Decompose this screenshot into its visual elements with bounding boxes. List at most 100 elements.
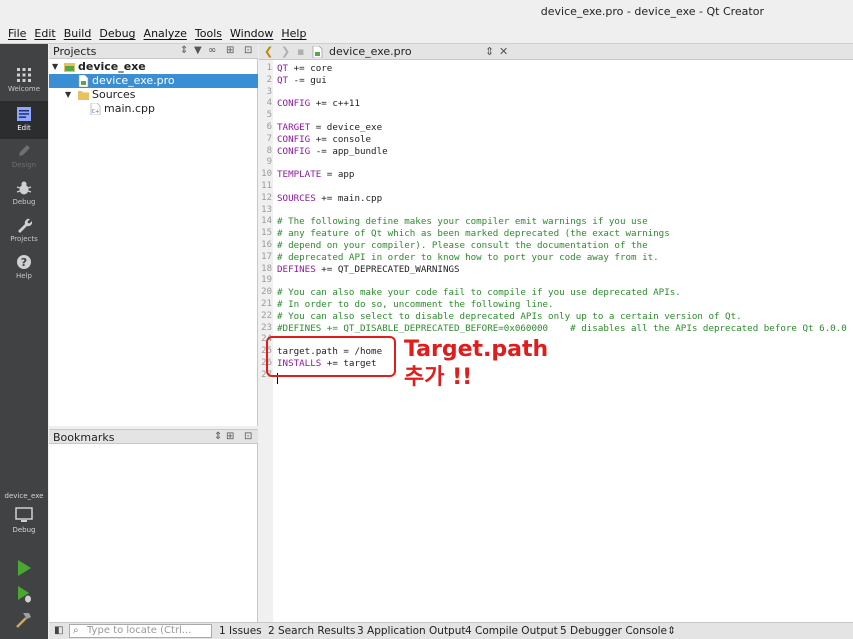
back-arrow-icon[interactable]: ❮ [264,45,273,58]
menu-window[interactable]: Window [226,27,277,40]
tree-item-label: main.cpp [104,102,155,115]
kit-selector[interactable]: device_exe Debug [0,492,48,534]
tree-item-device-exe-pro[interactable]: device_exe.pro [49,74,258,88]
hammer-icon[interactable] [14,610,34,630]
tab-compile-output[interactable]: 4 Compile Output [465,625,558,637]
menu-debug[interactable]: Debug [95,27,139,40]
open-file-name[interactable]: device_exe.pro [329,45,412,58]
menu-help[interactable]: Help [277,27,310,40]
code-line: # You can also select to disable depreca… [277,311,742,323]
filter-icon[interactable]: ▼ [194,45,202,56]
tab-debugger-console[interactable]: 5 Debugger Console [560,625,667,637]
code-text: += console [310,133,372,145]
mode-debug[interactable]: Debug [0,175,48,213]
expand-arrow-icon[interactable]: ▼ [65,88,71,102]
mode-label: Help [16,272,32,280]
window-title: device_exe.pro - device_exe - Qt Creator [540,5,764,18]
tree-item-label: device_exe [78,60,146,73]
mode-label: Debug [12,198,36,206]
code-text: += core [288,63,333,74]
code-line: #DEFINES += QT_DISABLE_DEPRECATED_BEFORE… [277,323,847,335]
run-icon[interactable] [14,558,34,578]
mode-label: Edit [17,124,31,132]
code-keyword: CONFIG [277,133,311,145]
code-text: -= app_bundle [310,145,388,157]
code-comment: #DEFINES += QT_DISABLE_DEPRECATED_BEFORE… [277,322,847,334]
grid-icon [17,68,31,82]
mode-help[interactable]: ? Help [0,249,48,287]
code-line: QT -= gui [277,75,327,87]
panel-selector-arrows-icon[interactable]: ⇕ [214,431,222,442]
code-comment: # depend on your compiler). Please consu… [277,240,648,251]
line-number: 10 [261,169,272,180]
tree-item-main-cpp[interactable]: C+ main.cpp [49,102,258,116]
tab-application-output[interactable]: 3 Application Output [357,625,466,637]
bookmarks-title: Bookmarks [53,431,115,444]
mode-projects[interactable]: Projects [0,212,48,250]
code-comment: # You can also select to disable depreca… [277,310,742,322]
line-number: 11 [261,181,272,191]
code-line: # any feature of Qt which as been marked… [277,228,670,240]
code-keyword: CONFIG [277,145,311,157]
tab-issues[interactable]: 1 Issues [219,625,262,637]
code-line: DEFINES += QT_DEPRECATED_WARNINGS [277,264,460,276]
title-bar: device_exe.pro - device_exe - Qt Creator [0,0,853,24]
tab-search-results[interactable]: 2 Search Results [268,625,355,637]
line-number: 18 [261,263,272,274]
code-line: # You can also make your code fail to co… [277,287,681,299]
menu-edit[interactable]: Edit [30,27,59,40]
mode-edit[interactable]: Edit [0,101,48,139]
close-panel-icon[interactable]: ⊡ [244,45,252,56]
line-number: 3 [266,86,272,97]
mode-welcome[interactable]: Welcome [0,62,48,100]
line-number: 9 [266,157,272,168]
tree-item-sources[interactable]: ▼ Sources [49,88,258,102]
panel-selector-arrows-icon[interactable]: ⇕ [180,45,188,56]
expand-arrow-icon[interactable]: ▼ [52,60,58,74]
menu-analyze[interactable]: Analyze [140,27,191,40]
mode-design[interactable]: Design [0,138,48,176]
code-text: += main.cpp [315,192,383,204]
code-line: CONFIG += console [277,134,371,146]
project-folder-icon [64,63,75,72]
bookmarks-list [49,444,258,622]
code-text: = device_exe [310,122,383,133]
menu-file[interactable]: File [4,27,30,40]
code-comment: # In order to do so, uncomment the follo… [277,299,554,310]
code-line: SOURCES += main.cpp [277,193,382,205]
toggle-sidebar-icon[interactable]: ◧ [54,625,63,636]
project-tree: ▼ device_exe device_exe.pro ▼ Sources C+… [49,59,258,426]
menu-tools[interactable]: Tools [191,27,226,40]
tree-item-label: device_exe.pro [92,74,175,87]
line-number: 13 [261,204,272,215]
line-number: 22 [261,310,272,321]
file-selector-arrows-icon[interactable]: ⇕ [485,45,494,58]
line-number: 8 [266,145,272,156]
code-keyword: CONFIG [277,98,311,110]
close-panel-icon[interactable]: ⊡ [244,431,252,442]
code-line: CONFIG -= app_bundle [277,146,388,158]
forward-arrow-icon[interactable]: ❯ [281,45,290,58]
kit-project-name: device_exe [4,492,44,500]
cpp-file-icon: C+ [90,103,101,115]
svg-text:?: ? [21,256,27,269]
locator-input[interactable]: ⌕ Type to locate (Ctrl... [69,624,212,638]
line-number: 1 [266,63,272,73]
pro-file-icon [312,46,323,58]
link-icon[interactable]: ∞ [208,45,216,56]
split-icon[interactable]: ⊞ [226,431,234,442]
tree-item-device-exe[interactable]: ▼ device_exe [49,60,258,74]
editor-toolbar: ❮ ❯ ▪ device_exe.pro ⇕ ✕ [259,44,853,60]
mode-label: Design [11,161,37,169]
menu-build[interactable]: Build [60,27,96,40]
edit-icon [17,107,31,121]
debug-run-icon[interactable] [14,584,34,604]
more-tabs-arrows-icon[interactable]: ⇕ [667,625,676,637]
code-comment: # You can also make your code fail to co… [277,287,681,299]
annotation-label: Target.path 추가 !! [404,336,548,392]
annotation-line-1: Target.path [404,337,549,362]
close-file-icon[interactable]: ✕ [499,45,508,58]
split-icon[interactable]: ⊞ [226,45,234,56]
line-number: 5 [266,110,272,121]
projects-toolbar: Projects ⇕ ▼ ∞ ⊞ ⊡ [49,44,258,59]
